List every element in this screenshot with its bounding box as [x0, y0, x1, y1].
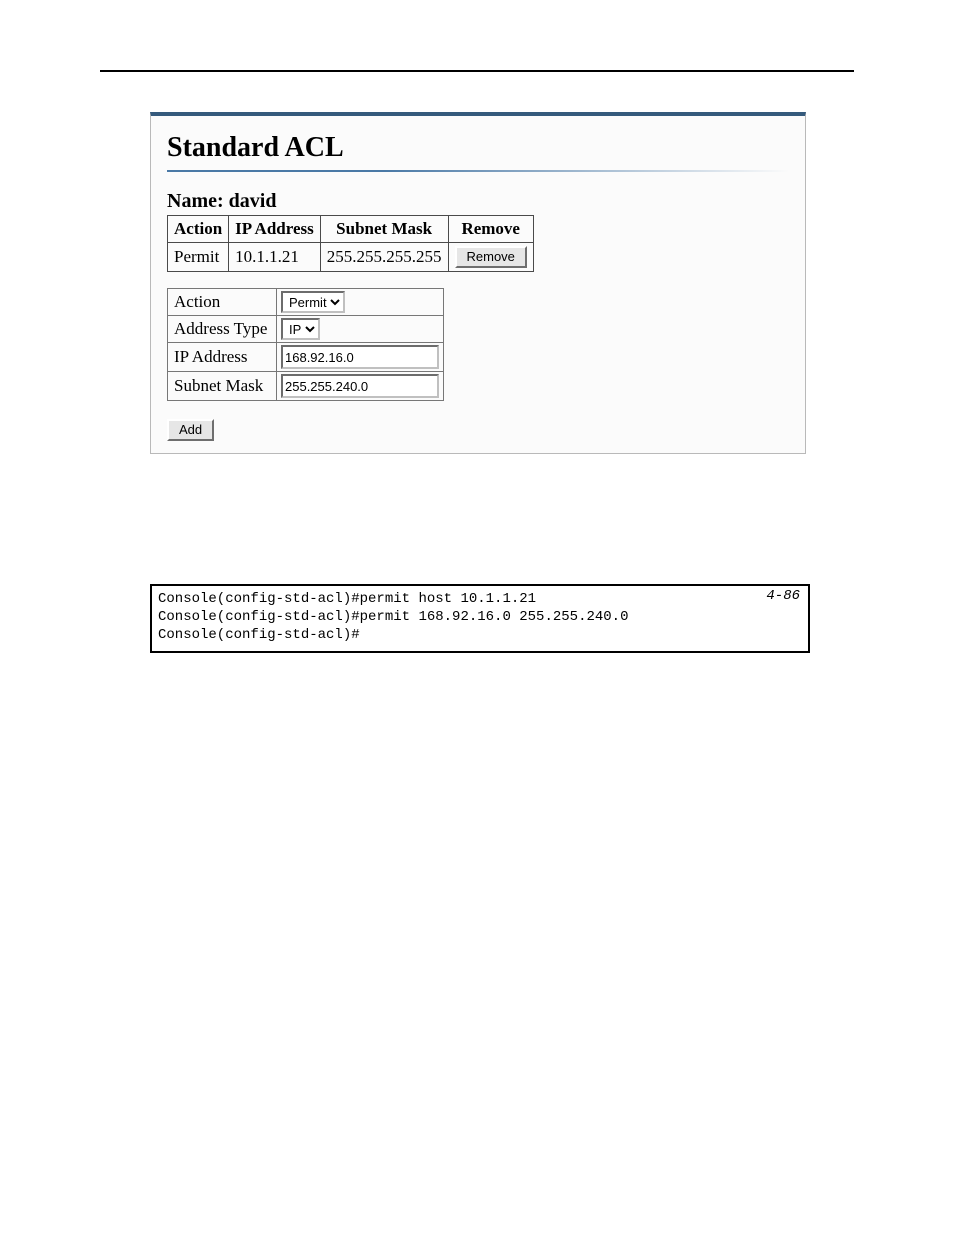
form-label-mask: Subnet Mask — [168, 372, 277, 401]
cli-line: Console(config-std-acl)#permit 168.92.16… — [158, 609, 628, 625]
add-button[interactable]: Add — [167, 419, 214, 441]
cli-line: Console(config-std-acl)# — [158, 627, 360, 643]
subnet-mask-input[interactable] — [281, 374, 439, 398]
acl-name-value: david — [229, 190, 277, 212]
cli-section: 4-86 Console(config-std-acl)#permit host… — [150, 584, 810, 653]
form-label-address-type: Address Type — [168, 316, 277, 343]
form-label-action: Action — [168, 289, 277, 316]
title-underline — [167, 170, 789, 172]
cli-line: Console(config-std-acl)#permit host 10.1… — [158, 591, 536, 607]
acl-add-form: Action Permit Address Type IP IP Address — [167, 288, 444, 401]
ip-address-input[interactable] — [281, 345, 439, 369]
form-label-ip: IP Address — [168, 343, 277, 372]
cell-ip: 10.1.1.21 — [229, 243, 321, 272]
action-select[interactable]: Permit — [281, 291, 345, 313]
panel-title: Standard ACL — [167, 132, 789, 164]
standard-acl-panel: Standard ACL Name: david Action IP Addre… — [150, 112, 806, 454]
remove-button[interactable]: Remove — [455, 246, 527, 268]
page-top-rule — [100, 70, 854, 72]
cell-action: Permit — [168, 243, 229, 272]
col-header-action: Action — [168, 216, 229, 243]
acl-entries-table: Action IP Address Subnet Mask Remove Per… — [167, 215, 534, 272]
acl-name-prefix: Name: — [167, 190, 229, 212]
acl-name-heading: Name: david — [167, 190, 789, 213]
address-type-select[interactable]: IP — [281, 318, 320, 340]
cli-output: Console(config-std-acl)#permit host 10.1… — [150, 584, 810, 653]
col-header-ip: IP Address — [229, 216, 321, 243]
table-row: Permit 10.1.1.21 255.255.255.255 Remove — [168, 243, 534, 272]
col-header-remove: Remove — [448, 216, 533, 243]
cell-mask: 255.255.255.255 — [320, 243, 448, 272]
col-header-mask: Subnet Mask — [320, 216, 448, 243]
